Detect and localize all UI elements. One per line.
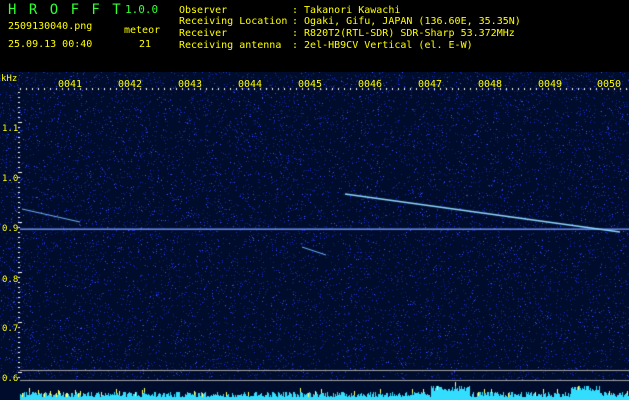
freq-label: 1.1 xyxy=(2,124,19,134)
info-value-antenna: : 2el-HB9CV Vertical (el. E-W) xyxy=(292,40,473,51)
freq-label: 0.6 xyxy=(2,374,19,384)
app-version: 1.0.0 xyxy=(125,3,159,16)
time-label: 0047 xyxy=(418,79,443,90)
info-label-location: Receiving Location xyxy=(179,16,288,27)
freq-label: 0.7 xyxy=(2,324,19,334)
time-label: 0048 xyxy=(478,79,503,90)
time-label: 0045 xyxy=(298,79,323,90)
time-label: 0044 xyxy=(238,79,263,90)
time-label: 0041 xyxy=(58,79,83,90)
freq-label: 1.0 xyxy=(2,174,19,184)
info-label-antenna: Receiving antenna xyxy=(179,40,282,51)
info-value-receiver: : R820T2(RTL-SDR) SDR-Sharp 53.372MHz xyxy=(292,28,515,39)
meteor-count: 21 xyxy=(139,39,152,50)
date-time: 25.09.13 00:40 xyxy=(8,39,93,50)
time-label: 0042 xyxy=(118,79,143,90)
file-name: 2509130040.png xyxy=(8,21,93,32)
time-label: 0043 xyxy=(178,79,203,90)
freq-label: 0.8 xyxy=(2,275,19,285)
unit-label: kHz xyxy=(1,74,18,84)
app-title: H R O F F T xyxy=(8,2,123,18)
time-label: 0050 xyxy=(597,79,622,90)
info-value-location: : Ogaki, Gifu, JAPAN (136.60E, 35.35N) xyxy=(292,16,521,27)
time-label: 0049 xyxy=(538,79,563,90)
info-label-observer: Observer xyxy=(179,5,228,16)
info-value-observer: : Takanori Kawachi xyxy=(292,5,401,16)
spectrogram-canvas xyxy=(0,72,629,400)
meteor-label: meteor xyxy=(124,25,161,36)
header-panel: H R O F F T 1.0.0 2509130040.png meteor … xyxy=(0,0,629,72)
freq-label: 0.9 xyxy=(2,224,19,234)
time-label: 0046 xyxy=(358,79,383,90)
info-label-receiver: Receiver xyxy=(179,28,228,39)
